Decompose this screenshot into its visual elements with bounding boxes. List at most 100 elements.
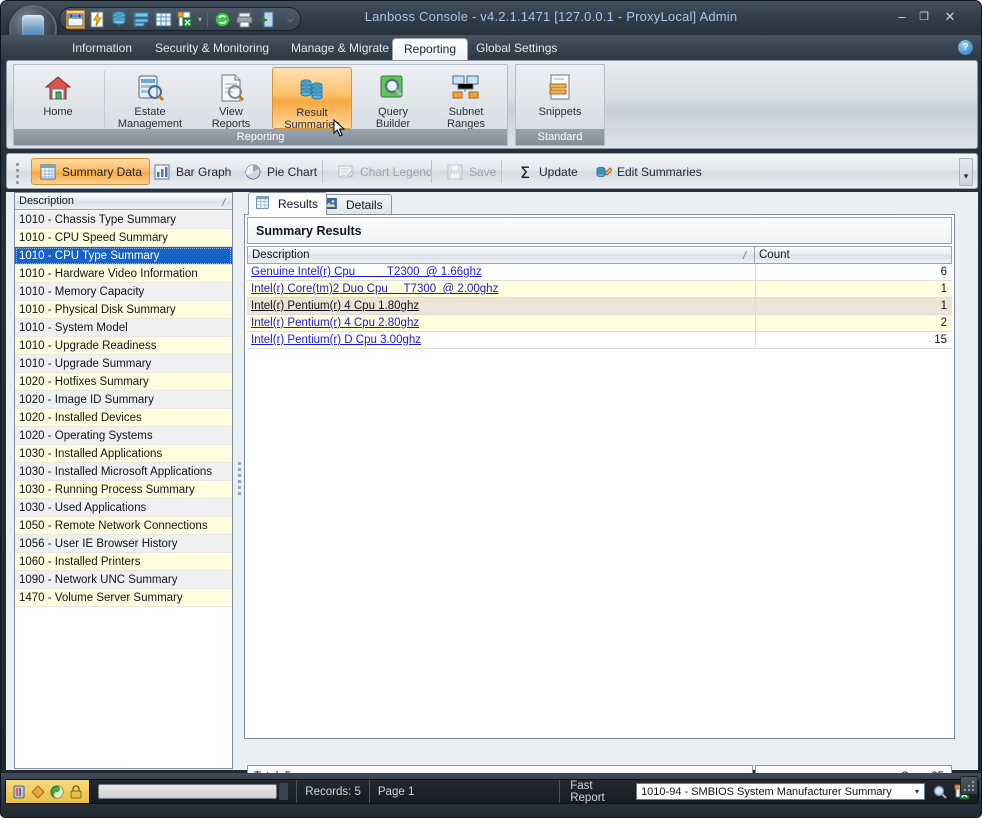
summary-list-item[interactable]: 1020 - Hotfixes Summary	[15, 373, 232, 391]
description-link[interactable]: Genuine Intel(r) Cpu T2300 @ 1.66ghz	[251, 266, 482, 278]
summary-list-item[interactable]: 1090 - Network UNC Summary	[15, 571, 232, 589]
lightning-report-icon[interactable]	[88, 10, 107, 29]
toolbar-button-update[interactable]: Σ Update	[508, 158, 586, 185]
toolbar-grip[interactable]	[16, 163, 19, 184]
results-grid-rows[interactable]: Genuine Intel(r) Cpu T2300 @ 1.66ghz 6 Int…	[247, 264, 952, 349]
table-cell-count: 6	[755, 264, 952, 280]
toolbar-button-summary-data[interactable]: Summary Data	[31, 158, 151, 185]
summary-list-item[interactable]: 1010 - Physical Disk Summary	[15, 301, 232, 319]
summary-list-item[interactable]: 1060 - Installed Printers	[15, 553, 232, 571]
toolbar-button-bar-graph[interactable]: Bar Graph	[145, 158, 239, 185]
column-header-count[interactable]: Count	[755, 246, 952, 264]
summary-list[interactable]: 1010 - Chassis Type Summary 1010 - CPU Sp…	[15, 211, 232, 768]
summary-list-item[interactable]: 1010 - CPU Type Summary	[15, 247, 232, 265]
menu-tab-security-monitoring[interactable]: Security & Monitoring	[144, 38, 280, 60]
minimize-button[interactable]: –	[893, 9, 911, 25]
excel-export-icon[interactable]	[176, 10, 195, 29]
toolbar-button-save[interactable]: Save	[438, 158, 504, 185]
exit-door-icon[interactable]	[257, 10, 276, 29]
table-cell-description[interactable]: Intel(r) Pentium(r) 4 Cpu 2.80ghz	[247, 315, 755, 331]
summary-list-item[interactable]: 1010 - Chassis Type Summary	[15, 211, 232, 229]
padlock-icon[interactable]	[68, 784, 84, 800]
table-row[interactable]: Intel(r) Pentium(r) 4 Cpu 1.80ghz 1	[247, 298, 952, 315]
status-records: Records: 5	[305, 785, 361, 798]
list-detail-icon[interactable]	[132, 10, 151, 29]
menu-tab-reporting[interactable]: Reporting	[392, 38, 469, 61]
table-cell-description[interactable]: Intel(r) Pentium(r) D Cpu 3.00ghz	[247, 332, 755, 348]
description-link[interactable]: Intel(r) Pentium(r) 4 Cpu 2.80ghz	[251, 317, 419, 329]
toolbar-button-pie-chart[interactable]: Pie Chart	[236, 158, 325, 185]
yin-yang-icon[interactable]	[49, 784, 65, 800]
quick-access-toolbar[interactable]: ▾ ⌵	[59, 7, 301, 31]
column-header-description[interactable]: Description /	[247, 246, 755, 264]
table-row[interactable]: Intel(r) Pentium(r) D Cpu 3.00ghz 15	[247, 332, 952, 349]
menu-tab-manage-migrate[interactable]: Manage & Migrate	[280, 38, 400, 60]
main-body: Description / 1010 - Chassis Type Summar…	[6, 192, 978, 789]
ribbon-button-home-label: Home	[43, 106, 73, 118]
summary-list-item[interactable]: 1020 - Operating Systems	[15, 427, 232, 445]
menu-tab-global-settings[interactable]: Global Settings	[465, 38, 568, 60]
ribbon-button-estate-management[interactable]: Estate Management	[110, 67, 190, 130]
status-bar-icon-group[interactable]	[6, 780, 90, 803]
quick-access-overflow-caret[interactable]: ⌵	[287, 14, 294, 25]
ribbon-button-view-reports[interactable]: View Reports	[191, 67, 271, 130]
toolbar-button-edit-summaries[interactable]: Edit Summaries	[586, 158, 710, 185]
summary-list-item[interactable]: 1030 - Running Process Summary	[15, 481, 232, 499]
search-magnifier-icon[interactable]	[932, 784, 948, 800]
help-icon[interactable]: ?	[958, 40, 973, 55]
edit-summaries-icon	[594, 163, 613, 181]
summary-list-item[interactable]: 1020 - Image ID Summary	[15, 391, 232, 409]
summary-list-item[interactable]: 1010 - System Model	[15, 319, 232, 337]
column-header-description-label: Description	[252, 249, 310, 261]
toolbar-overflow-button[interactable]: ▾	[959, 158, 973, 186]
grid-table-icon[interactable]	[154, 10, 173, 29]
ribbon-button-home[interactable]: Home	[18, 67, 98, 129]
fast-report-select[interactable]: 1010-94 - SMBIOS System Manufacturer Sum…	[636, 783, 925, 800]
summary-list-item[interactable]: 1056 - User IE Browser History	[15, 535, 232, 553]
ribbon-button-query-builder[interactable]: Query Builder	[353, 67, 433, 130]
tab-results[interactable]: Results	[248, 192, 328, 215]
diamond-alert-icon[interactable]	[30, 784, 46, 800]
summary-list-item[interactable]: 1030 - Installed Applications	[15, 445, 232, 463]
toolbar-button-pie-chart-label: Pie Chart	[267, 164, 318, 179]
summary-list-item[interactable]: 1010 - Upgrade Summary	[15, 355, 232, 373]
close-button[interactable]: ✕	[941, 9, 959, 25]
menu-tab-information[interactable]: Information	[61, 38, 143, 60]
resize-grip[interactable]	[960, 776, 978, 795]
summary-list-item[interactable]: 1470 - Volume Server Summary	[15, 589, 232, 607]
table-cell-description[interactable]: Intel(r) Pentium(r) 4 Cpu 1.80ghz	[247, 298, 755, 314]
summary-list-header-label: Description	[19, 195, 75, 207]
table-cell-description[interactable]: Genuine Intel(r) Cpu T2300 @ 1.66ghz	[247, 264, 755, 280]
tab-details[interactable]: Details	[316, 194, 392, 215]
summary-list-item[interactable]: 1030 - Installed Microsoft Applications	[15, 463, 232, 481]
description-link[interactable]: Intel(r) Core(tm)2 Duo Cpu T7300 @ 2.00g…	[251, 283, 498, 295]
summary-list-item[interactable]: 1050 - Remote Network Connections	[15, 517, 232, 535]
table-row[interactable]: Genuine Intel(r) Cpu T2300 @ 1.66ghz 6	[247, 264, 952, 281]
ribbon-button-subnet-ranges[interactable]: Subnet Ranges	[426, 67, 506, 130]
table-cell-description[interactable]: Intel(r) Core(tm)2 Duo Cpu T7300 @ 2.00g…	[247, 281, 755, 297]
toolbar-button-chart-legend[interactable]: Chart Legend	[329, 158, 441, 185]
ribbon-button-result-summaries-label-1: Result	[296, 107, 328, 119]
print-icon[interactable]	[235, 10, 254, 29]
ribbon-group-reporting: Home Estate Management View Reports Resu…	[13, 64, 508, 146]
summary-list-item[interactable]: 1030 - Used Applications	[15, 499, 232, 517]
refresh-icon[interactable]	[213, 10, 232, 29]
panel-splitter[interactable]	[235, 192, 244, 769]
summary-list-header[interactable]: Description /	[15, 193, 232, 210]
database-stack-icon[interactable]	[110, 10, 129, 29]
summary-list-item[interactable]: 1010 - CPU Speed Summary	[15, 229, 232, 247]
window-layout-icon[interactable]	[66, 9, 85, 29]
table-row[interactable]: Intel(r) Pentium(r) 4 Cpu 2.80ghz 2	[247, 315, 952, 332]
summary-list-item[interactable]: 1010 - Upgrade Readiness	[15, 337, 232, 355]
description-link[interactable]: Intel(r) Pentium(r) D Cpu 3.00ghz	[251, 334, 421, 346]
maximize-button[interactable]: ❐	[915, 9, 933, 25]
server-status-icon[interactable]	[11, 784, 27, 800]
ribbon-button-snippets[interactable]: Snippets	[520, 67, 600, 129]
results-grid-header: Description / Count	[247, 246, 952, 264]
summary-list-item[interactable]: 1010 - Hardware Video Information	[15, 265, 232, 283]
ribbon-button-query-builder-label-1: Query	[378, 106, 408, 118]
summary-list-item[interactable]: 1020 - Installed Devices	[15, 409, 232, 427]
summary-list-item[interactable]: 1010 - Memory Capacity	[15, 283, 232, 301]
table-row[interactable]: Intel(r) Core(tm)2 Duo Cpu T7300 @ 2.00g…	[247, 281, 952, 298]
description-link[interactable]: Intel(r) Pentium(r) 4 Cpu 1.80ghz	[251, 300, 419, 312]
